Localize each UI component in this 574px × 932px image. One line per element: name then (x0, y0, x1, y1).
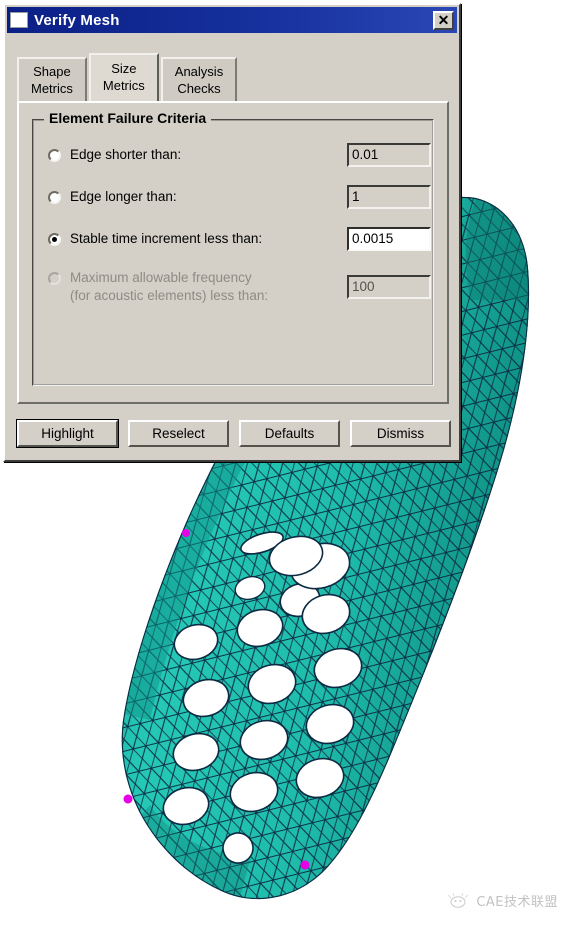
group-title: Element Failure Criteria (44, 110, 212, 126)
watermark: CAE技术联盟 (447, 891, 558, 910)
radio-max-allowable-frequency (48, 272, 61, 285)
dialog-button-bar: Highlight Reselect Defaults Dismiss (16, 419, 451, 448)
radio-stable-time-increment[interactable] (48, 233, 61, 246)
tab-shape-metrics-line2: Metrics (31, 81, 73, 96)
highlight-button[interactable]: Highlight (16, 419, 119, 448)
tab-shape-metrics-line1: Shape (33, 64, 71, 79)
window-icon (10, 12, 28, 28)
radio-edge-longer-than[interactable] (48, 191, 61, 204)
input-edge-longer-than[interactable]: 1 (347, 185, 431, 209)
tab-analysis-checks-line2: Checks (177, 81, 221, 96)
tab-size-metrics-line2: Metrics (102, 78, 145, 93)
reselect-button[interactable]: Reselect (128, 420, 229, 447)
tab-shape-metrics[interactable]: Shape Metrics (17, 57, 87, 101)
watermark-logo-icon (447, 892, 469, 908)
tab-size-metrics[interactable]: Size Metrics (88, 53, 159, 101)
dismiss-button[interactable]: Dismiss (350, 420, 451, 447)
tab-size-metrics-line1: Size (111, 61, 137, 76)
dialog-title: Verify Mesh (34, 11, 120, 29)
tab-analysis-checks[interactable]: Analysis Checks (160, 57, 238, 101)
watermark-text: CAE技术联盟 (476, 895, 558, 910)
defaults-button[interactable]: Defaults (239, 420, 340, 447)
input-max-allowable-frequency: 100 (347, 275, 431, 299)
input-stable-time-increment[interactable]: 0.0015 (347, 227, 431, 251)
dialog-titlebar[interactable]: Verify Mesh ✕ (7, 7, 457, 33)
input-edge-shorter-than[interactable]: 0.01 (347, 143, 431, 167)
close-icon[interactable]: ✕ (433, 10, 454, 30)
radio-edge-shorter-than[interactable] (48, 149, 61, 162)
tab-bar: Shape Metrics Size Metrics Analysis Chec… (17, 53, 239, 101)
verify-mesh-dialog: Verify Mesh ✕ Shape Metrics Size Metrics… (3, 3, 461, 462)
size-metrics-panel: Element Failure Criteria Edge shorter th… (17, 101, 449, 404)
element-failure-criteria-group: Element Failure Criteria Edge shorter th… (32, 110, 434, 386)
tab-analysis-checks-line1: Analysis (174, 64, 224, 79)
